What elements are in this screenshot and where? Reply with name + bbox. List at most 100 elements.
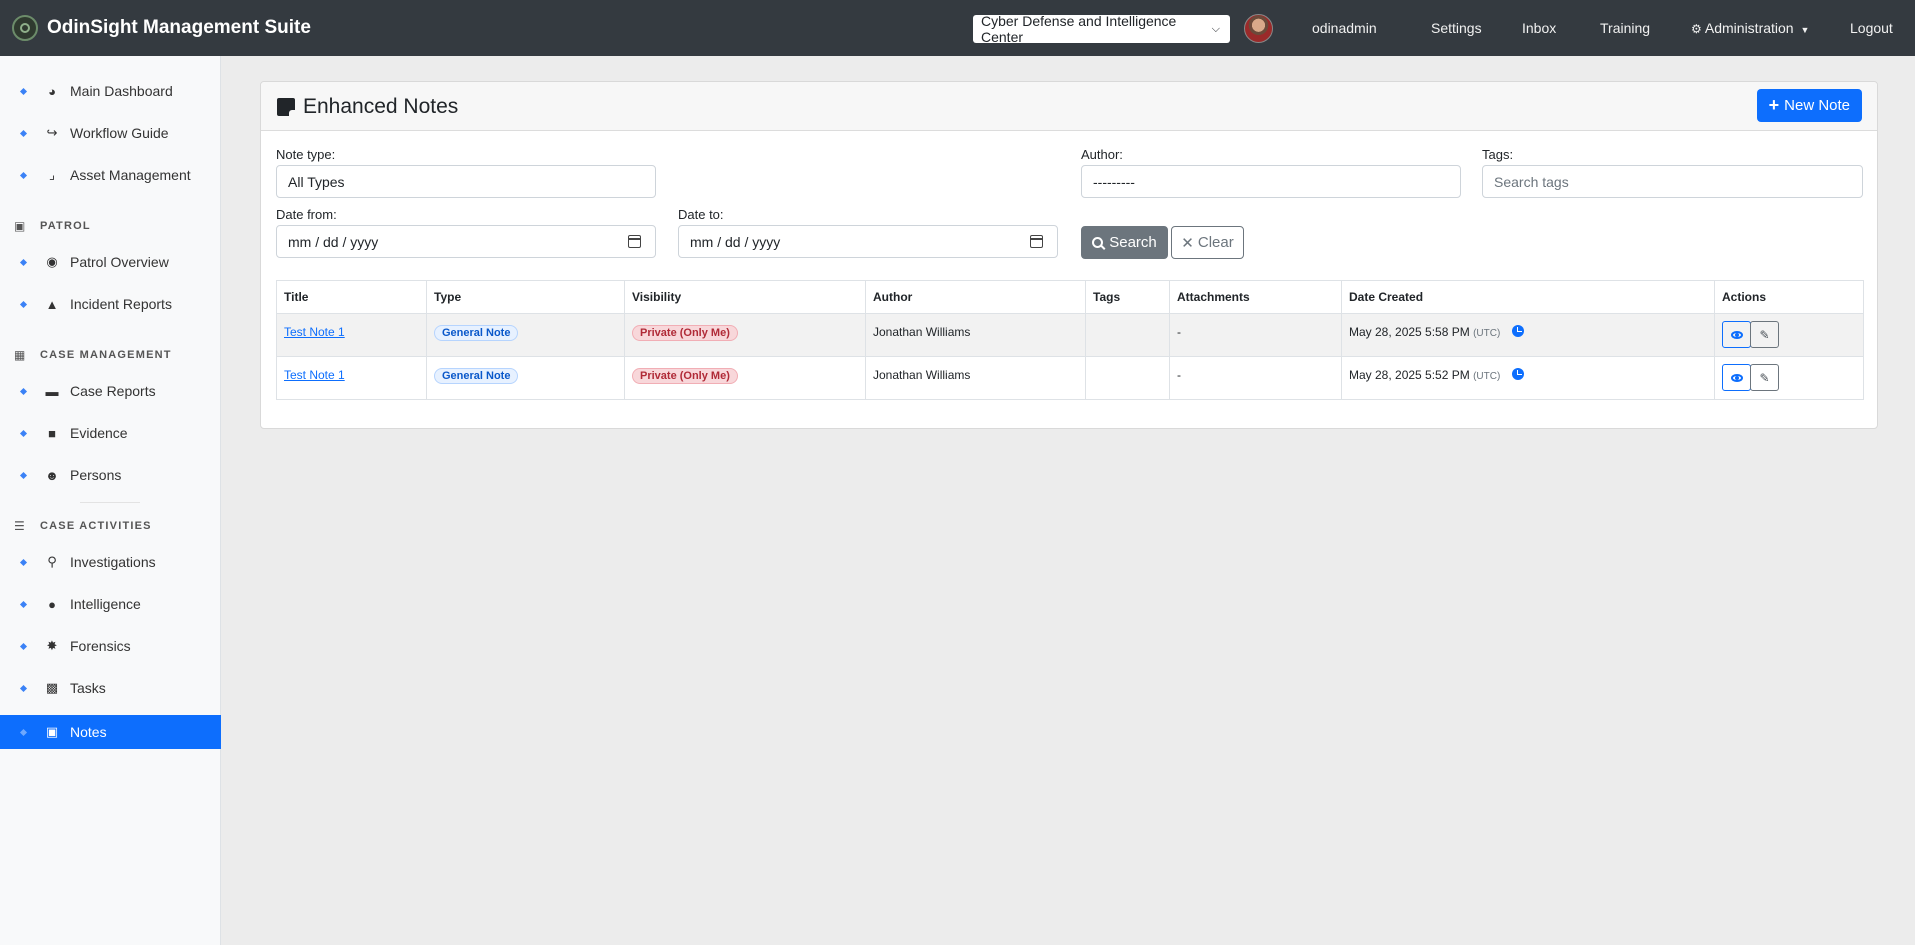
sidebar-item-notes[interactable]: ▣ Notes (0, 715, 221, 749)
calendar-icon[interactable] (1030, 235, 1043, 248)
sidebar-item-label: Notes (70, 724, 107, 740)
column-header-title[interactable]: Title (276, 280, 427, 314)
calendar-icon[interactable] (628, 235, 641, 248)
bullet-icon (19, 558, 28, 566)
sidebar-item-workflow-guide[interactable]: ↪ Workflow Guide (0, 116, 221, 150)
edit-button[interactable]: ✎ (1750, 321, 1779, 348)
cell-title: Test Note 1 (276, 356, 427, 400)
date-from-value: mm / dd / yyyy (288, 233, 379, 250)
column-header-visibility[interactable]: Visibility (624, 280, 866, 314)
edit-button[interactable]: ✎ (1750, 364, 1779, 391)
sidebar-item-intelligence[interactable]: ● Intelligence (0, 587, 221, 621)
dolly-icon: ⌟ (48, 167, 56, 182)
view-button[interactable] (1722, 321, 1751, 348)
nav-administration-label: Administration (1704, 20, 1794, 36)
sidebar-item-label: Intelligence (70, 596, 141, 612)
type-badge: General Note (434, 368, 519, 384)
sticky-note-icon (277, 98, 295, 116)
cell-author: Jonathan Williams (865, 356, 1086, 400)
sidebar-section-patrol: ▣ PATROL (0, 216, 221, 236)
clear-button-label: Clear (1197, 234, 1234, 251)
page-title: Enhanced Notes (277, 95, 458, 119)
bullet-icon (19, 642, 28, 650)
note-type-select[interactable]: All Types (276, 165, 656, 198)
tags-input[interactable]: Search tags (1482, 165, 1863, 198)
date-from-input[interactable]: mm / dd / yyyy (276, 225, 656, 258)
author-select[interactable]: --------- (1081, 165, 1461, 198)
notes-table: Title Type Visibility Author Tags Attach… (276, 280, 1864, 400)
bullet-icon (19, 129, 28, 137)
sidebar-section-title: PATROL (40, 220, 91, 232)
sidebar-item-asset-management[interactable]: ⌟ Asset Management (0, 158, 221, 192)
brand-name: OdinSight Management Suite (47, 17, 311, 38)
nav-inbox[interactable]: Inbox (1522, 20, 1556, 36)
cell-actions: ✎ (1714, 356, 1864, 400)
date-to-value: mm / dd / yyyy (690, 233, 781, 250)
sidebar-section-case-management: ▦ CASE MANAGEMENT (0, 345, 221, 365)
bullet-icon (19, 87, 28, 95)
fingerprint-icon: ✸ (46, 638, 58, 653)
brand[interactable]: OdinSight Management Suite (12, 15, 311, 41)
sidebar-item-patrol-overview[interactable]: ◉ Patrol Overview (0, 245, 221, 279)
sidebar-item-case-reports[interactable]: ▬ Case Reports (0, 374, 221, 408)
search-button[interactable]: Search (1081, 226, 1168, 259)
date-created-value: May 28, 2025 5:58 PM (1349, 325, 1470, 339)
clear-button[interactable]: ✕ Clear (1171, 226, 1244, 259)
column-header-actions: Actions (1714, 280, 1864, 314)
column-header-attachments[interactable]: Attachments (1169, 280, 1342, 314)
notes-card: Enhanced Notes + New Note Note type: All… (260, 81, 1878, 429)
dashboard-gauge-icon: ◕ (48, 83, 56, 99)
car-icon: ▣ (14, 219, 27, 233)
sidebar-item-label: Investigations (70, 554, 156, 570)
view-button[interactable] (1722, 364, 1751, 391)
sidebar-item-investigations[interactable]: ⚲ Investigations (0, 545, 221, 579)
sidebar-item-forensics[interactable]: ✸ Forensics (0, 629, 221, 663)
nav-settings[interactable]: Settings (1431, 20, 1482, 36)
type-badge: General Note (434, 325, 519, 341)
timezone-label: (UTC) (1473, 328, 1501, 339)
cell-actions: ✎ (1714, 313, 1864, 357)
cell-attachments: - (1169, 313, 1342, 357)
username-link[interactable]: odinadmin (1312, 20, 1377, 36)
cell-date-created: May 28, 2025 5:58 PM (UTC) (1341, 313, 1715, 357)
sidebar-item-persons[interactable]: ☻ Persons (0, 458, 221, 492)
note-title-link[interactable]: Test Note 1 (284, 325, 345, 339)
nav-logout[interactable]: Logout (1850, 20, 1893, 36)
eye-icon: ◉ (46, 254, 58, 269)
briefcase-icon: ▦ (14, 348, 27, 362)
sidebar-item-label: Main Dashboard (70, 83, 173, 99)
cell-attachments: - (1169, 356, 1342, 400)
date-to-input[interactable]: mm / dd / yyyy (678, 225, 1058, 258)
sidebar-item-evidence[interactable]: ■ Evidence (0, 416, 221, 450)
nav-administration[interactable]: ⚙ Administration ▼ (1691, 20, 1809, 36)
sidebar-item-label: Patrol Overview (70, 254, 169, 270)
search-button-label: Search (1109, 234, 1157, 251)
edit-icon: ✎ (1759, 370, 1770, 385)
sidebar-item-label: Asset Management (70, 167, 191, 183)
sidebar-item-label: Incident Reports (70, 296, 172, 312)
cell-author: Jonathan Williams (865, 313, 1086, 357)
sidebar-item-main-dashboard[interactable]: ◕ Main Dashboard (0, 74, 221, 108)
organization-select[interactable]: Cyber Defense and Intelligence Center ⌵ (973, 13, 1230, 45)
new-note-button[interactable]: + New Note (1756, 89, 1862, 122)
cell-visibility: Private (Only Me) (624, 356, 866, 400)
bullet-icon (19, 171, 28, 179)
edit-icon: ✎ (1759, 327, 1770, 342)
column-header-author[interactable]: Author (865, 280, 1086, 314)
column-header-tags[interactable]: Tags (1085, 280, 1170, 314)
note-title-link[interactable]: Test Note 1 (284, 368, 345, 382)
sidebar-item-label: Evidence (70, 425, 128, 441)
avatar[interactable] (1244, 14, 1273, 43)
eye-icon (1730, 373, 1743, 382)
table-row: Test Note 1 General Note Private (Only M… (276, 356, 1864, 400)
sidebar-item-label: Case Reports (70, 383, 156, 399)
bullet-icon (19, 258, 28, 266)
sidebar-section-case-activities: ☰ CASE ACTIVITIES (0, 516, 221, 536)
sidebar-item-incident-reports[interactable]: ▲ Incident Reports (0, 287, 221, 321)
column-header-date-created[interactable]: Date Created (1341, 280, 1715, 314)
column-header-type[interactable]: Type (426, 280, 625, 314)
route-icon: ↪ (46, 125, 58, 140)
sidebar-item-tasks[interactable]: ▩ Tasks (0, 671, 221, 705)
nav-training[interactable]: Training (1600, 20, 1650, 36)
timezone-label: (UTC) (1473, 371, 1501, 382)
